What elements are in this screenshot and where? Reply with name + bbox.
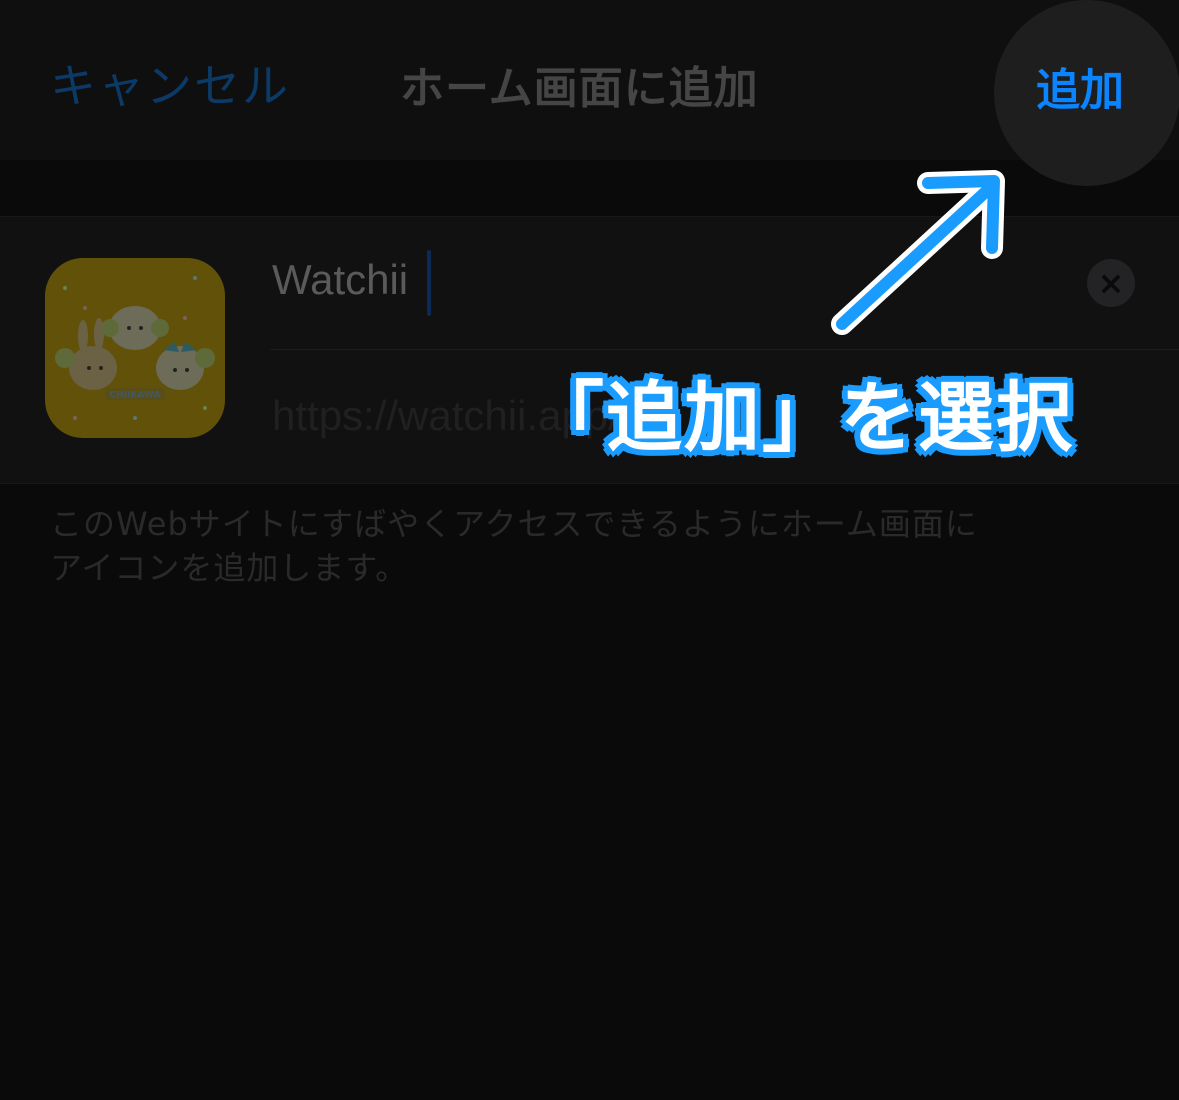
description-line-1: このWebサイトにすばやくアクセスできるようにホーム画面に [50,505,978,543]
cancel-button[interactable]: キャンセル [50,50,290,116]
add-button[interactable]: 追加 [1036,54,1124,118]
page-title: ホーム画面に追加 [400,63,759,114]
annotation-callout: 「追加」を選択 [528,373,1074,462]
description-line-2: アイコンを追加します。 [50,549,409,587]
description-text: このWebサイトにすばやくアクセスできるようにホーム画面に アイコンを追加します… [50,502,1050,590]
field-divider [270,349,1179,350]
clear-icon[interactable]: × [1087,259,1135,307]
app-icon: CHIIKAWA [45,258,225,438]
app-icon-caption: CHIIKAWA [110,391,161,401]
chiikawa-icon: CHIIKAWA [55,276,215,420]
text-cursor [427,250,431,316]
name-input[interactable]: Watchii [272,256,408,304]
